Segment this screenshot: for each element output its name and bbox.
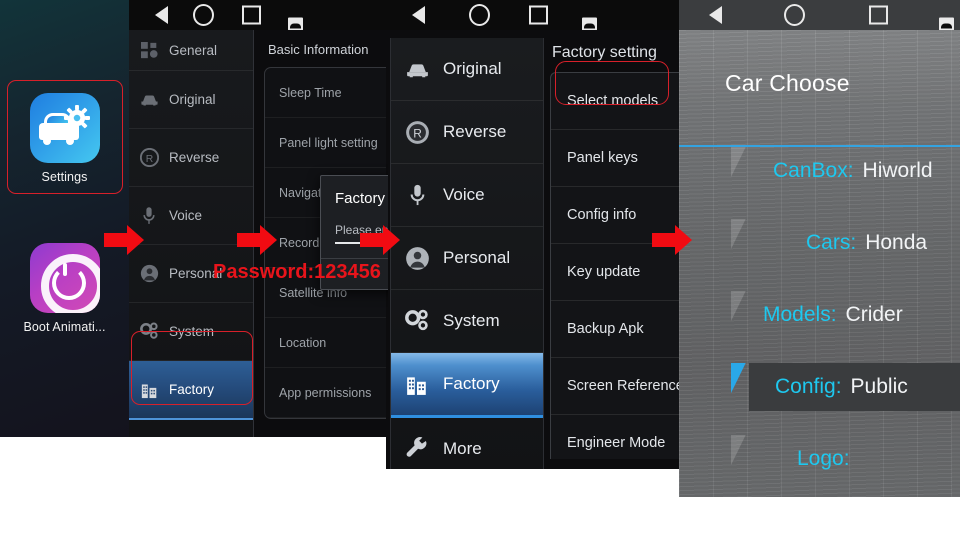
back-icon[interactable]	[709, 6, 722, 24]
person-icon	[129, 264, 169, 283]
list-item[interactable]: Panel light setting	[265, 118, 388, 168]
svg-text:R: R	[145, 154, 152, 165]
home-icon[interactable]	[193, 4, 214, 26]
row-cars[interactable]: Cars: Honda	[731, 219, 960, 267]
recents-icon[interactable]	[869, 5, 888, 25]
reverse-r-icon: R	[129, 148, 169, 167]
home-icon[interactable]	[469, 4, 490, 26]
factory-settings-panel: Original R Reverse Voice Personal System…	[386, 0, 680, 469]
sidebar-item-voice[interactable]: Voice	[391, 164, 543, 227]
sidebar-item-label: Factory	[443, 374, 500, 393]
microphone-icon	[129, 206, 169, 226]
home-icon[interactable]	[784, 4, 805, 26]
sidebar-item-label: Original	[443, 59, 502, 78]
sidebar-item-reverse[interactable]: R Reverse	[391, 101, 543, 164]
sidebar-item-label: General	[169, 42, 218, 58]
sidebar-item-label: Voice	[169, 208, 203, 223]
sidebar-item-label: Personal	[443, 248, 511, 267]
car-choose-panel: Car Choose CanBox: Hiworld Cars: Honda M…	[679, 0, 960, 497]
navigation-bar	[129, 0, 388, 30]
row-canbox[interactable]: CanBox: Hiworld	[731, 147, 960, 195]
sidebar-item-original[interactable]: Original	[129, 71, 253, 129]
slash-marker-icon	[731, 363, 765, 411]
power-icon	[29, 243, 100, 313]
screenshot-stage: Settings Boot Animati... General Origina…	[0, 0, 960, 550]
row-label: Cars:	[806, 231, 857, 254]
list-item-panel-keys[interactable]: Panel keys	[551, 130, 680, 187]
row-value: Crider	[845, 303, 903, 326]
password-annotation: Password:123456	[213, 261, 381, 283]
slash-marker-icon	[731, 291, 765, 339]
sidebar-item-personal[interactable]: Personal	[391, 227, 543, 290]
row-logo[interactable]: Logo:	[731, 435, 960, 483]
settings-highlight-box	[7, 80, 123, 194]
row-value: Public	[850, 375, 908, 398]
recents-icon[interactable]	[242, 5, 261, 25]
sidebar-item-factory[interactable]: Factory	[391, 353, 543, 418]
launcher-panel: Settings Boot Animati...	[0, 0, 129, 437]
reverse-r-icon: R	[391, 120, 443, 145]
list-item-backup-apk[interactable]: Backup Apk	[551, 301, 680, 358]
sidebar-item-more[interactable]: More	[391, 418, 543, 469]
list-item-screen-reference[interactable]: Screen Reference	[551, 358, 680, 415]
app-boot-animation[interactable]: Boot Animati...	[0, 243, 129, 334]
sidebar-item-label: Reverse	[169, 150, 220, 165]
wrench-icon	[391, 436, 443, 462]
row-label: CanBox:	[773, 159, 854, 182]
factory-list: Select models Panel keys Config info Key…	[550, 72, 680, 459]
sidebar-item-original[interactable]: Original	[391, 38, 543, 101]
factory-sidebar: Original R Reverse Voice Personal System…	[390, 38, 544, 469]
recents-icon[interactable]	[529, 5, 548, 25]
row-value: Honda	[865, 231, 928, 254]
app-boot-animation-label: Boot Animati...	[23, 320, 106, 334]
row-models[interactable]: Models: Crider	[731, 291, 960, 339]
microphone-icon	[391, 183, 443, 208]
content-title: Basic Information	[268, 42, 369, 57]
dialog-title: Factory	[335, 190, 386, 207]
list-item[interactable]: Sleep Time	[265, 68, 388, 118]
screenshot-icon[interactable]	[288, 17, 303, 30]
settings-panel: General Original R Reverse Voice Persona…	[129, 0, 388, 437]
navigation-bar	[679, 0, 960, 30]
sidebar-item-label: Voice	[443, 185, 485, 204]
row-value: Hiworld	[862, 159, 933, 182]
slash-marker-icon	[731, 219, 765, 267]
row-label: Models:	[763, 303, 837, 326]
row-config[interactable]: Config: Public	[731, 363, 960, 411]
sidebar-item-label: Reverse	[443, 122, 507, 141]
screenshot-icon[interactable]	[939, 17, 954, 30]
navigation-bar	[386, 0, 680, 30]
sidebar-item-label: Original	[169, 92, 216, 107]
grid-icon	[129, 41, 169, 59]
list-item[interactable]: App permissions	[265, 368, 388, 418]
sidebar-item-label: More	[443, 439, 482, 458]
dialog-divider	[321, 258, 388, 259]
page-title: Car Choose	[725, 70, 850, 96]
svg-text:R: R	[413, 126, 422, 140]
back-icon[interactable]	[412, 6, 425, 24]
row-label: Logo:	[797, 447, 850, 470]
gears-icon	[391, 309, 443, 333]
car-icon	[391, 60, 443, 79]
sidebar-item-general[interactable]: General	[129, 30, 253, 71]
slash-marker-icon	[731, 147, 765, 195]
car-icon	[129, 92, 169, 107]
slash-marker-icon	[731, 435, 765, 483]
row-label: Config:	[775, 375, 842, 398]
sidebar-item-system[interactable]: System	[391, 290, 543, 353]
back-icon[interactable]	[155, 6, 168, 24]
screenshot-icon[interactable]	[582, 17, 597, 30]
list-item[interactable]: Location	[265, 318, 388, 368]
select-models-highlight-box	[555, 61, 669, 105]
sidebar-item-voice[interactable]: Voice	[129, 187, 253, 245]
sidebar-item-reverse[interactable]: R Reverse	[129, 129, 253, 187]
factory-highlight-box	[131, 331, 253, 405]
list-item-key-update[interactable]: Key update	[551, 244, 680, 301]
sidebar-item-label: System	[443, 311, 500, 330]
list-item-engineer-mode[interactable]: Engineer Mode	[551, 415, 680, 459]
factory-building-icon	[391, 373, 443, 396]
